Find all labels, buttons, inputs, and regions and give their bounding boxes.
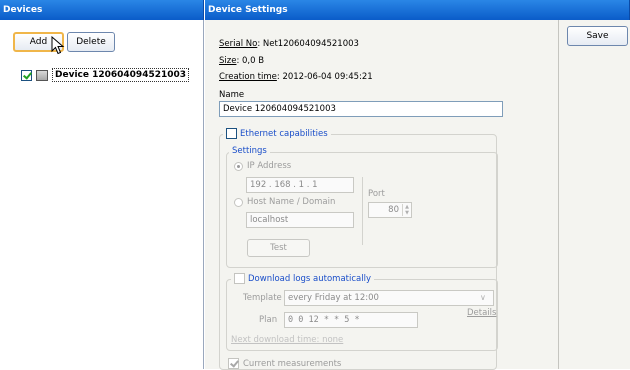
device-settings-pane: Serial No: Net120604094521003 Size: 0,0 … — [205, 20, 630, 370]
host-name-input[interactable]: localhost — [246, 212, 354, 228]
device-settings-pane-title: Device Settings — [205, 0, 630, 20]
device-icon — [36, 69, 48, 81]
test-button[interactable]: Test — [247, 239, 310, 257]
download-logs-toggle[interactable]: Download logs automatically — [231, 273, 374, 284]
template-label: Template — [243, 293, 282, 303]
mouse-pointer-icon — [51, 36, 65, 55]
delete-button[interactable]: Delete — [67, 32, 115, 52]
current-measurements-option[interactable]: Current measurements — [228, 358, 341, 369]
download-logs-label: Download logs automatically — [248, 273, 371, 284]
download-logs-group: Download logs automatically Template eve… — [226, 273, 498, 351]
creation-time-label: Creation time — [219, 72, 277, 82]
device-tree-item[interactable]: Device 120604094521003 — [21, 68, 190, 82]
ethernet-capabilities-checkbox[interactable] — [226, 128, 237, 139]
serial-number-line: Serial No: Net120604094521003 — [219, 39, 359, 49]
ip-address-radio[interactable] — [234, 162, 243, 171]
devices-pane: Add Delete Device 120604094521003 — [0, 20, 204, 369]
devices-pane-title: Devices — [0, 0, 204, 20]
ethernet-capabilities-label: Ethernet capabilities — [240, 128, 328, 139]
network-settings-group: Settings IP Address 192 . 168 . 1 . 1 Ho… — [226, 146, 498, 268]
current-measurements-checkbox[interactable] — [228, 358, 239, 369]
settings-separator — [362, 177, 363, 245]
port-spinner-icon[interactable]: ▲ ▼ — [402, 204, 411, 216]
ethernet-capabilities-group: Ethernet capabilities Settings IP Addres… — [219, 128, 498, 370]
name-label: Name — [219, 90, 245, 100]
save-button[interactable]: Save — [567, 26, 628, 46]
device-enabled-checkbox[interactable] — [21, 69, 32, 81]
ip-address-label: IP Address — [247, 161, 292, 171]
name-input[interactable]: Device 120604094521003 — [219, 101, 503, 117]
template-value: every Friday at 12:00 — [288, 293, 379, 303]
host-name-radio[interactable] — [234, 198, 243, 207]
ip-address-input[interactable]: 192 . 168 . 1 . 1 — [246, 177, 354, 193]
plan-label: Plan — [259, 315, 278, 325]
next-download-time: Next download time: none — [231, 335, 344, 345]
download-logs-checkbox[interactable] — [234, 273, 245, 284]
current-measurements-label: Current measurements — [243, 358, 342, 369]
creation-time-line: Creation time: 2012-06-04 09:45:21 — [219, 72, 373, 82]
size-line: Size: 0,0 B — [219, 56, 264, 66]
port-value: 80 — [388, 205, 399, 215]
network-settings-label: Settings — [232, 146, 267, 156]
size-label: Size — [219, 56, 237, 66]
settings-form: Serial No: Net120604094521003 Size: 0,0 … — [205, 20, 559, 370]
size-value: : 0,0 B — [236, 56, 265, 66]
port-label: Port — [368, 189, 385, 199]
serial-number-value: : Net120604094521003 — [257, 39, 359, 49]
chevron-down-icon[interactable]: ∨ — [480, 293, 486, 302]
serial-number-label: Serial No — [219, 39, 258, 49]
network-settings-legend: Settings — [229, 146, 270, 156]
plan-input[interactable]: 0 0 12 * * 5 * — [284, 312, 418, 328]
template-select[interactable]: every Friday at 12:00 — [284, 290, 494, 306]
host-name-label: Host Name / Domain — [247, 197, 336, 207]
device-tree-label[interactable]: Device 120604094521003 — [52, 68, 190, 82]
ethernet-capabilities-toggle[interactable]: Ethernet capabilities — [223, 128, 331, 139]
details-link[interactable]: Details — [467, 308, 496, 318]
creation-time-value: : 2012-06-04 09:45:21 — [276, 72, 373, 82]
